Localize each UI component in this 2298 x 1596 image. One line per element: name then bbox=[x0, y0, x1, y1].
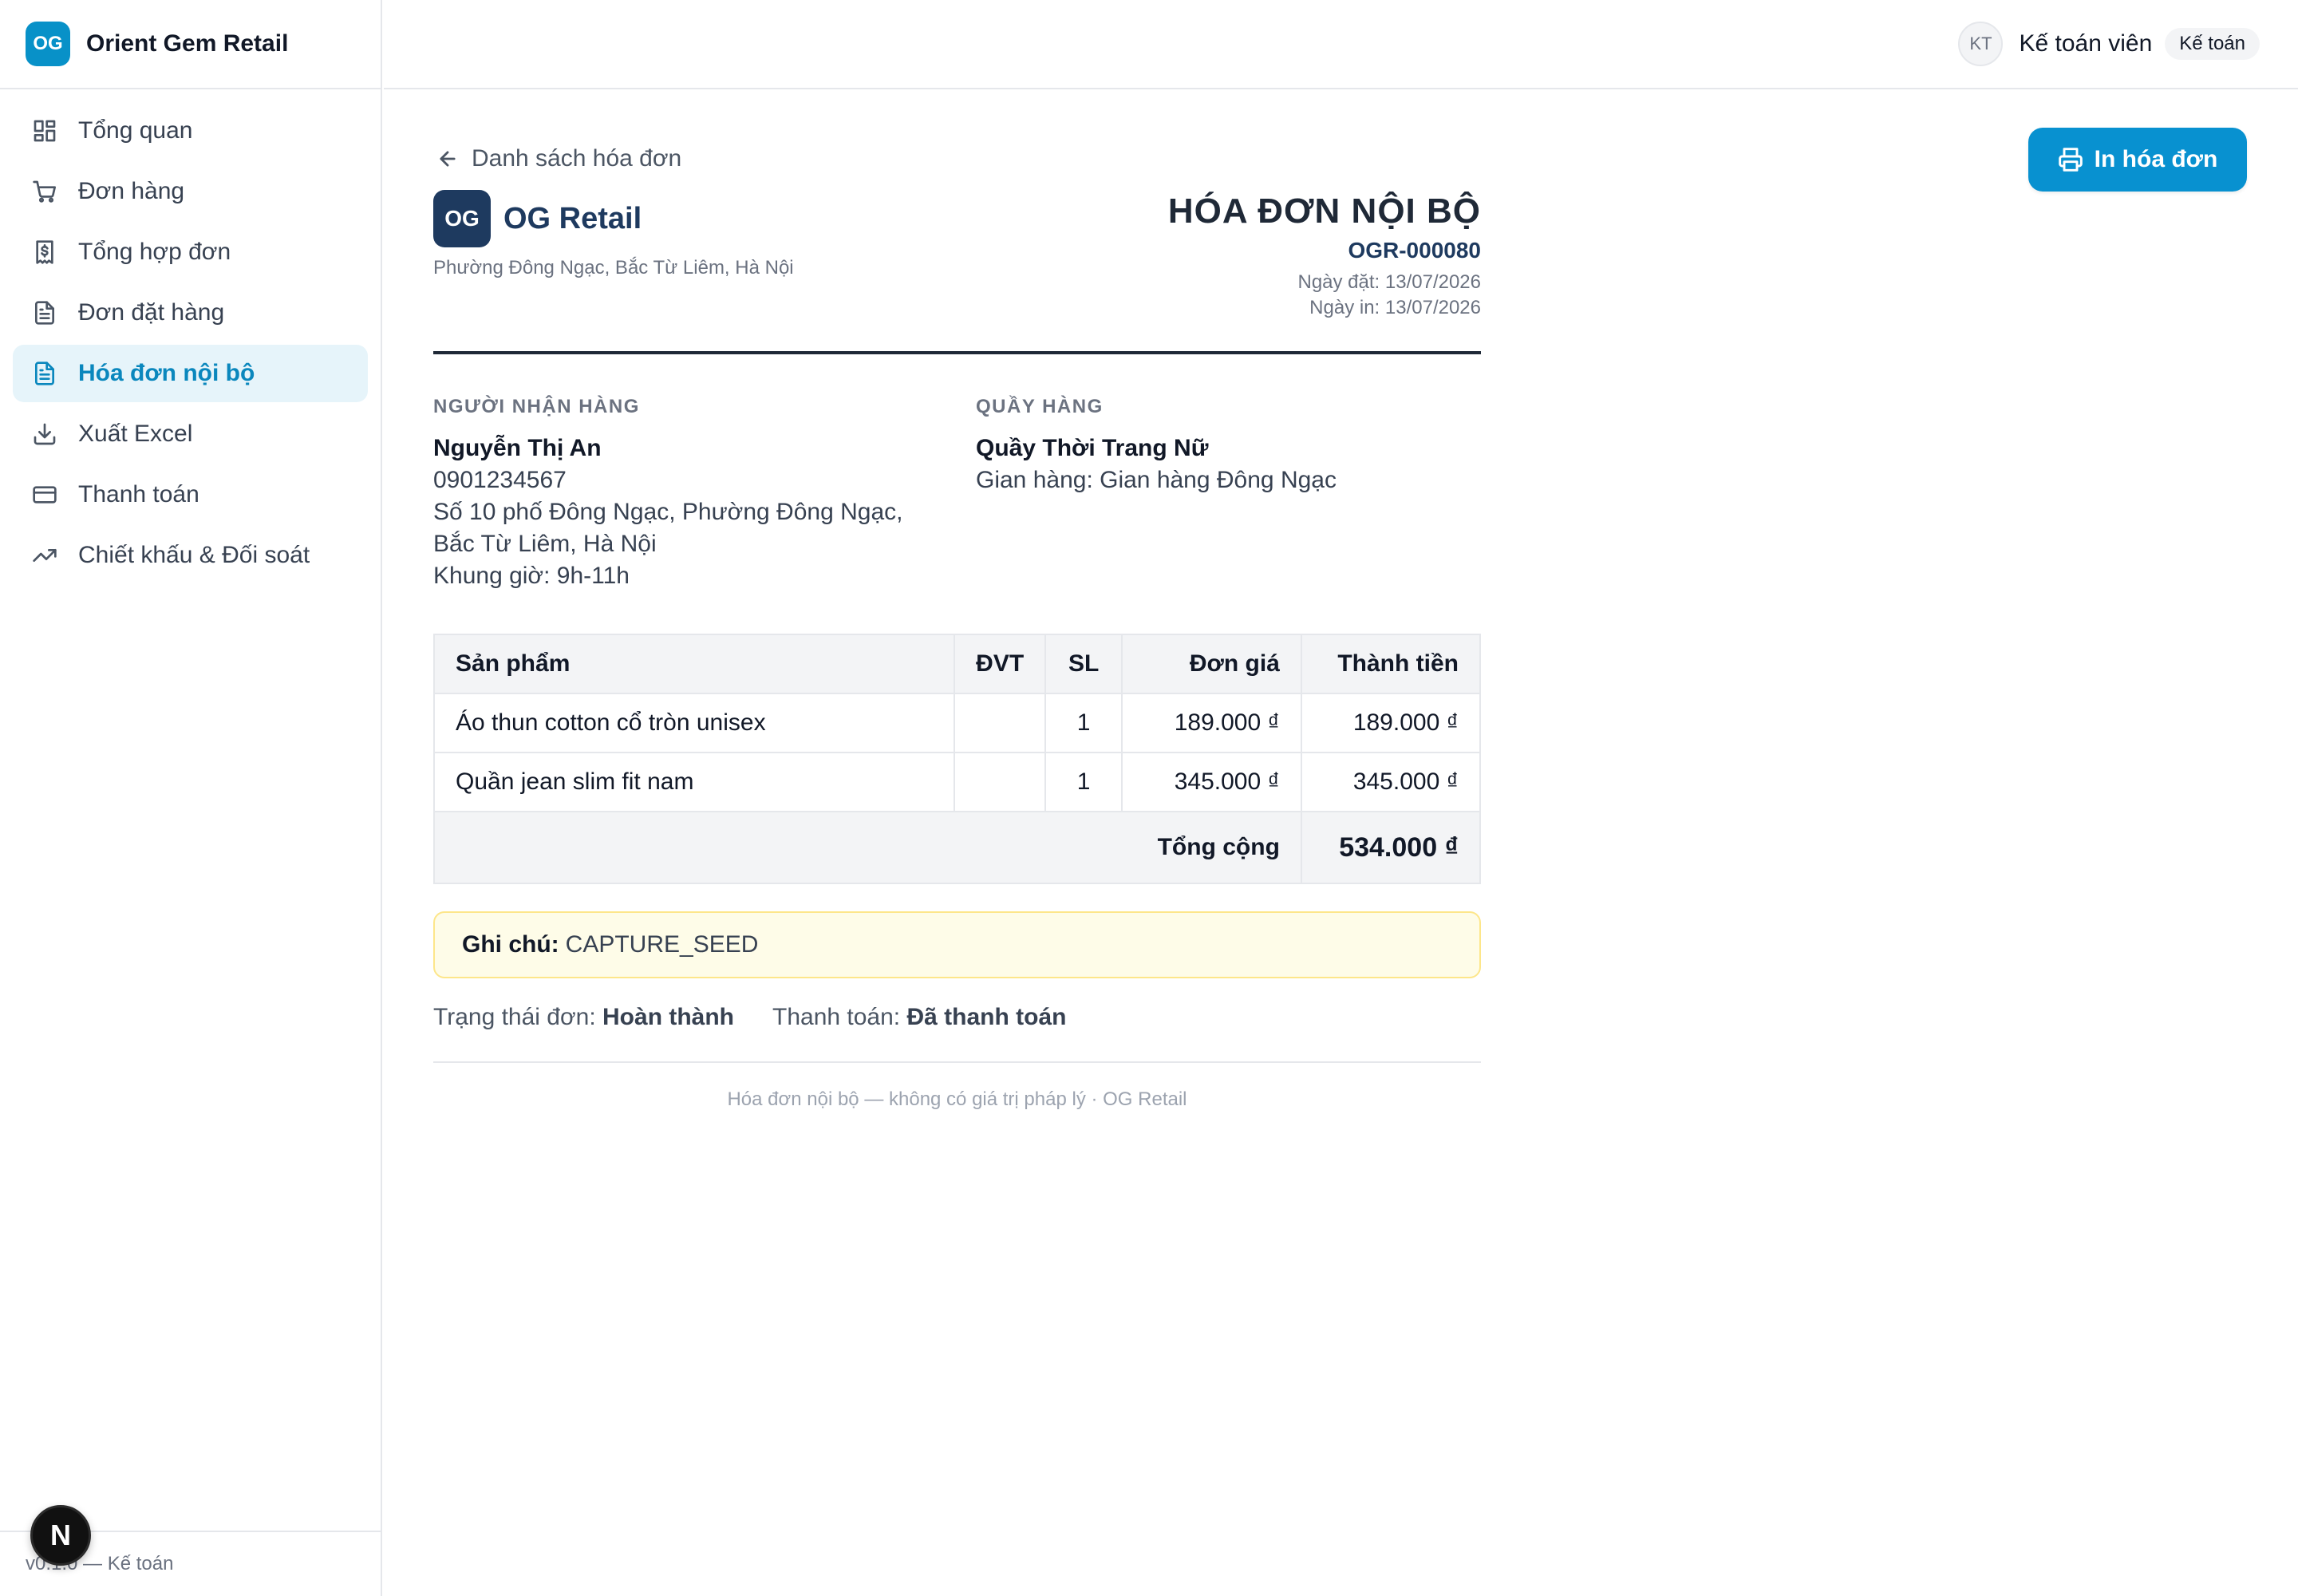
cell-product: Quần jean slim fit nam bbox=[432, 752, 956, 812]
cell-qty: 1 bbox=[1044, 693, 1123, 753]
invoice-header: OG OG Retail Phường Đông Ngạc, Bắc Từ Li… bbox=[433, 190, 1481, 354]
dashboard-icon bbox=[34, 120, 56, 142]
invoice-items-table: Sản phẩm ĐVT SL Đơn giá Thành tiền Áo th… bbox=[432, 634, 1482, 884]
note-label: Ghi chú: bbox=[462, 931, 559, 958]
download-icon bbox=[34, 423, 56, 445]
print-date: Ngày in: 13/07/2026 bbox=[1309, 297, 1481, 318]
cell-line-total: 345.000 ₫ bbox=[1300, 752, 1482, 812]
avatar[interactable]: KT bbox=[1958, 22, 2004, 66]
cell-unit-price: 345.000 ₫ bbox=[1121, 752, 1302, 812]
print-invoice-button[interactable]: In hóa đơn bbox=[2028, 128, 2247, 192]
back-link-label: Danh sách hóa đơn bbox=[472, 145, 682, 172]
total-value: 534.000 ₫ bbox=[1300, 811, 1482, 884]
invoice: OG OG Retail Phường Đông Ngạc, Bắc Từ Li… bbox=[432, 190, 1482, 1111]
document-icon bbox=[35, 301, 54, 325]
sidebar-item-don-hang[interactable]: Đơn hàng bbox=[13, 163, 368, 220]
cell-unit-price: 189.000 ₫ bbox=[1121, 693, 1302, 753]
cart-icon bbox=[33, 180, 56, 203]
trend-up-icon bbox=[33, 549, 57, 562]
invoice-code: OGR-000080 bbox=[1348, 238, 1481, 263]
recipient-address: Số 10 phố Đông Ngạc, Phường Đông Ngạc, B… bbox=[433, 499, 903, 557]
user-name: Kế toán viên bbox=[2019, 30, 2153, 57]
dollar-receipt-icon bbox=[36, 240, 53, 264]
cell-unit bbox=[954, 693, 1047, 753]
order-status-label: Trạng thái đơn: bbox=[433, 1004, 596, 1030]
sidebar-item-label: Đơn hàng bbox=[78, 178, 185, 204]
sidebar-item-label: Chiết khấu & Đối soát bbox=[78, 542, 310, 568]
brand-name: Orient Gem Retail bbox=[86, 30, 289, 57]
payment-status: Thanh toán: Đã thanh toán bbox=[772, 1004, 1066, 1031]
recipient-phone: 0901234567 bbox=[433, 467, 567, 493]
sidebar-item-label: Hóa đơn nội bộ bbox=[78, 360, 255, 386]
invoice-title: HÓA ĐƠN NỘI BỘ bbox=[1167, 192, 1481, 231]
sidebar: OG Orient Gem Retail Tổng quan Đơn hàng … bbox=[0, 0, 382, 1596]
arrow-left-icon bbox=[440, 151, 456, 167]
counter-label: QUẦY HÀNG bbox=[976, 396, 1104, 417]
cell-unit bbox=[954, 752, 1047, 812]
payment-status-label: Thanh toán: bbox=[772, 1004, 901, 1030]
printer-icon bbox=[2058, 148, 2083, 172]
total-label: Tổng cộng bbox=[433, 811, 1302, 884]
counter-name: Quầy Thời Trang Nữ bbox=[976, 435, 1209, 461]
sidebar-item-label: Tổng quan bbox=[78, 117, 193, 144]
brand[interactable]: OG Orient Gem Retail bbox=[0, 0, 381, 89]
recipient-time-slot: Khung giờ: 9h-11h bbox=[433, 563, 630, 589]
sidebar-item-thanh-toan[interactable]: Thanh toán bbox=[13, 466, 368, 523]
sidebar-item-label: Xuất Excel bbox=[78, 421, 193, 447]
column-header-product: Sản phẩm bbox=[432, 634, 956, 694]
brand-logo: OG bbox=[26, 22, 70, 66]
cell-line-total: 189.000 ₫ bbox=[1300, 693, 1482, 753]
table-row: Quần jean slim fit nam 1 345.000 ₫ 345.0… bbox=[432, 752, 1482, 812]
next-dev-badge[interactable]: N bbox=[30, 1505, 91, 1566]
company-name: OG Retail bbox=[503, 201, 642, 235]
recipient-info: NGƯỜI NHẬN HÀNG Nguyễn Thị An 0901234567… bbox=[433, 396, 944, 592]
company: OG OG Retail bbox=[433, 190, 642, 247]
column-header-unit-price: Đơn giá bbox=[1121, 634, 1302, 694]
note-value: CAPTURE_SEED bbox=[565, 931, 759, 958]
sidebar-item-xuat-excel[interactable]: Xuất Excel bbox=[13, 405, 368, 463]
invoice-parties: NGƯỜI NHẬN HÀNG Nguyễn Thị An 0901234567… bbox=[433, 354, 1481, 634]
topbar: KT Kế toán viên Kế toán bbox=[384, 0, 2298, 89]
sidebar-item-tong-quan[interactable]: Tổng quan bbox=[13, 102, 368, 160]
table-header-row: Sản phẩm ĐVT SL Đơn giá Thành tiền bbox=[432, 634, 1482, 694]
sidebar-item-label: Đơn đặt hàng bbox=[78, 299, 225, 326]
sidebar-item-chiet-khau[interactable]: Chiết khấu & Đối soát bbox=[13, 527, 368, 584]
sidebar-item-hoa-don-noi-bo[interactable]: Hóa đơn nội bộ bbox=[13, 345, 368, 402]
counter-info: QUẦY HÀNG Quầy Thời Trang Nữ Gian hàng: … bbox=[976, 396, 1471, 496]
document-icon bbox=[35, 361, 54, 385]
column-header-unit: ĐVT bbox=[954, 634, 1047, 694]
recipient-name: Nguyễn Thị An bbox=[433, 435, 602, 461]
invoice-note: Ghi chú: CAPTURE_SEED bbox=[433, 911, 1481, 978]
print-button-label: In hóa đơn bbox=[2094, 146, 2218, 172]
invoice-footer: Hóa đơn nội bộ — không có giá trị pháp l… bbox=[433, 1061, 1481, 1111]
cell-product: Áo thun cotton cổ tròn unisex bbox=[432, 693, 956, 753]
order-date: Ngày đặt: 13/07/2026 bbox=[1297, 271, 1481, 293]
sidebar-item-label: Tổng hợp đơn bbox=[78, 239, 231, 265]
role-badge: Kế toán bbox=[2165, 28, 2260, 60]
back-to-invoice-list-link[interactable]: Danh sách hóa đơn bbox=[436, 145, 681, 172]
sidebar-item-don-dat-hang[interactable]: Đơn đặt hàng bbox=[13, 284, 368, 342]
status-row: Trạng thái đơn: Hoàn thành Thanh toán: Đ… bbox=[433, 1004, 1481, 1031]
payment-status-value: Đã thanh toán bbox=[906, 1004, 1067, 1030]
table-total-row: Tổng cộng 534.000 ₫ bbox=[433, 811, 1482, 884]
company-logo: OG bbox=[433, 190, 491, 247]
company-address: Phường Đông Ngạc, Bắc Từ Liêm, Hà Nội bbox=[433, 257, 794, 279]
counter-store: Gian hàng: Gian hàng Đông Ngạc bbox=[976, 467, 1337, 493]
sidebar-item-tong-hop-don[interactable]: Tổng hợp đơn bbox=[13, 223, 368, 281]
order-status: Trạng thái đơn: Hoàn thành bbox=[433, 1004, 734, 1031]
order-status-value: Hoàn thành bbox=[602, 1004, 735, 1030]
recipient-label: NGƯỜI NHẬN HÀNG bbox=[433, 396, 640, 417]
invoice-title-block: HÓA ĐƠN NỘI BỘ OGR-000080 Ngày đặt: 13/0… bbox=[1168, 190, 1481, 321]
table-row: Áo thun cotton cổ tròn unisex 1 189.000 … bbox=[432, 693, 1482, 753]
sidebar-nav: Tổng quan Đơn hàng Tổng hợp đơn Đơn đặt … bbox=[0, 89, 381, 600]
column-header-line-total: Thành tiền bbox=[1300, 634, 1482, 694]
credit-card-icon bbox=[33, 486, 57, 504]
sidebar-item-label: Thanh toán bbox=[78, 481, 199, 508]
column-header-qty: SL bbox=[1044, 634, 1123, 694]
cell-qty: 1 bbox=[1044, 752, 1123, 812]
